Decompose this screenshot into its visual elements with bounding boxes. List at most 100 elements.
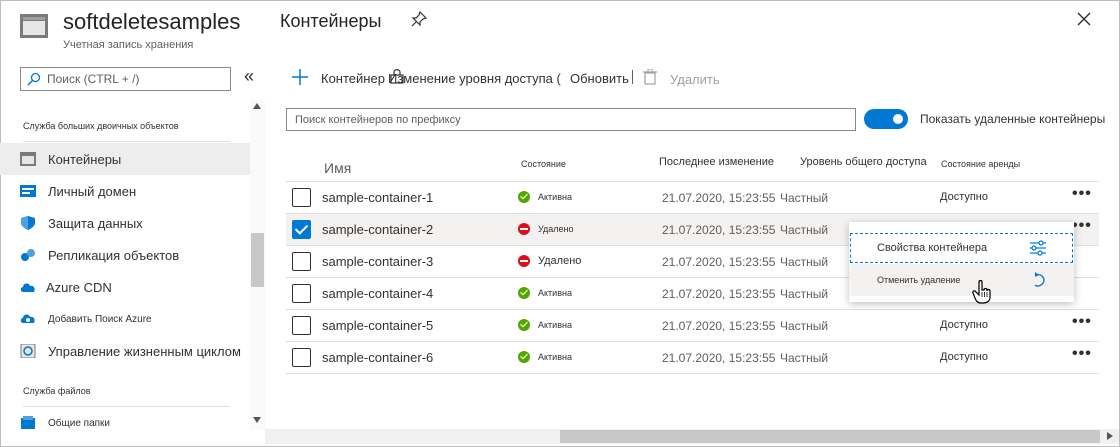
access-level: Частный (780, 319, 829, 333)
custom-domain-icon (20, 185, 36, 197)
container-prefix-search-input[interactable] (286, 108, 856, 131)
sidebar-item-label: Контейнеры (48, 152, 122, 167)
last-modified: 21.07.2020, 15:23:55 (662, 351, 776, 365)
sidebar-section-files: Служба файлов (23, 386, 91, 396)
sidebar-scroll-thumb[interactable] (251, 233, 264, 287)
last-modified: 21.07.2020, 15:23:55 (662, 191, 776, 205)
more-actions-button[interactable]: ••• (1072, 217, 1092, 235)
last-modified: 21.07.2020, 15:23:55 (662, 223, 776, 237)
sidebar-item-containers[interactable]: Контейнеры (0, 143, 250, 175)
status-deleted-icon (518, 255, 530, 267)
sidebar-divider (23, 141, 230, 142)
row-checkbox[interactable] (292, 348, 311, 367)
status-text: Удалено (538, 224, 574, 234)
sidebar-search[interactable] (20, 67, 231, 91)
status-text: Удалено (538, 255, 582, 267)
file-share-icon (21, 416, 35, 429)
toolbar-separator (632, 70, 633, 84)
container-name[interactable]: sample-container-5 (322, 318, 433, 333)
container-name[interactable]: sample-container-2 (322, 222, 433, 237)
toggle-knob (893, 114, 903, 124)
show-deleted-label: Показать удаленные контейнеры (920, 112, 1106, 126)
sidebar-search-input[interactable] (47, 70, 227, 88)
column-header-access[interactable]: Уровень общего доступа (800, 156, 927, 168)
sidebar-item-add-search[interactable]: Добавить Поиск Azure (0, 303, 250, 335)
sidebar-item-data-protection[interactable]: Защита данных (0, 207, 250, 239)
more-actions-button[interactable]: ••• (1072, 313, 1092, 331)
page-title: Контейнеры (280, 11, 382, 31)
row-checkbox[interactable] (292, 284, 311, 303)
collapse-sidebar-button[interactable]: « (244, 66, 254, 87)
hand-cursor-icon (972, 280, 991, 304)
access-level: Частный (780, 351, 829, 365)
row-context-menu: Свойства контейнера Отменить удаление (849, 222, 1074, 302)
lifecycle-icon (20, 344, 36, 358)
lease-state: Доступно (940, 351, 989, 363)
container-properties-menu-item[interactable]: Свойства контейнера (849, 232, 1074, 264)
row-checkbox[interactable] (292, 252, 311, 271)
status-ok-icon (518, 287, 530, 299)
more-actions-button[interactable]: ••• (1072, 185, 1092, 203)
undelete-menu-item[interactable]: Отменить удаление (849, 264, 1074, 296)
sidebar-item-label: Добавить Поиск Azure (48, 314, 152, 325)
status-ok-icon (518, 191, 530, 203)
menu-item-label: Отменить удаление (877, 275, 961, 285)
sidebar-item-label: Управление жизненным циклом (48, 344, 241, 359)
column-header-state[interactable]: Состояние (521, 159, 566, 169)
add-container-label: Контейнер (321, 71, 385, 86)
access-level: Частный (780, 191, 829, 205)
sidebar-item-azure-cdn[interactable]: Azure CDN (0, 271, 250, 303)
sidebar-item-custom-domain[interactable]: Личный домен (0, 175, 250, 207)
sidebar-section-blob: Служба больших двоичных объектов (23, 121, 179, 131)
replication-icon (21, 249, 35, 261)
status-ok-icon (518, 351, 530, 363)
show-deleted-toggle[interactable] (864, 109, 908, 129)
row-checkbox[interactable] (292, 316, 311, 335)
last-modified: 21.07.2020, 15:23:55 (662, 319, 776, 333)
scroll-right-icon[interactable] (1107, 432, 1113, 440)
delete-label: Удалить (670, 72, 720, 87)
status-text: Активна (538, 320, 572, 330)
row-checkbox[interactable] (292, 220, 311, 239)
row-checkbox[interactable] (292, 188, 311, 207)
trash-icon (643, 69, 657, 85)
container-name[interactable]: sample-container-6 (322, 350, 433, 365)
settings-sliders-icon (1030, 240, 1046, 256)
sidebar-item-object-replication[interactable]: Репликация объектов (0, 239, 250, 271)
cloud-search-icon (20, 314, 35, 323)
access-level: Частный (780, 223, 829, 237)
sidebar-item-label: Личный домен (48, 184, 137, 199)
sidebar-item-file-shares[interactable]: Общие папки (0, 407, 250, 439)
table-row[interactable]: sample-container-6 Активна 21.07.2020, 1… (286, 341, 1099, 373)
close-icon[interactable] (1075, 10, 1093, 28)
status-text: Активна (538, 288, 572, 298)
cloud-icon (20, 283, 35, 292)
sidebar-item-label: Репликация объектов (48, 248, 180, 263)
container-name[interactable]: sample-container-1 (322, 190, 433, 205)
table-row[interactable]: sample-container-5 Активна 21.07.2020, 1… (286, 309, 1099, 341)
search-icon (27, 72, 41, 86)
sidebar-item-label: Общие папки (48, 418, 111, 429)
column-header-name[interactable]: Имя (324, 160, 351, 176)
refresh-label: Обновить (570, 71, 629, 86)
status-text: Активна (538, 192, 572, 202)
sidebar: Служба больших двоичных объектов Контейн… (0, 100, 265, 430)
container-name[interactable]: sample-container-3 (322, 254, 433, 269)
shield-icon (21, 216, 35, 230)
last-modified: 21.07.2020, 15:23:55 (662, 287, 776, 301)
scroll-up-icon[interactable] (253, 103, 261, 109)
column-header-lease[interactable]: Состояние аренды (941, 159, 1020, 169)
scroll-down-icon[interactable] (253, 417, 261, 423)
horizontal-scroll-thumb[interactable] (560, 430, 1100, 443)
table-bottom-border (286, 373, 1099, 374)
storage-account-icon (20, 14, 48, 38)
pin-icon[interactable] (411, 11, 427, 27)
menu-item-label: Свойства контейнера (877, 242, 988, 254)
table-row[interactable]: sample-container-1 Активна 21.07.2020, 1… (286, 181, 1099, 213)
more-actions-button[interactable]: ••• (1072, 345, 1092, 363)
sidebar-item-lifecycle[interactable]: Управление жизненным циклом (0, 335, 250, 367)
change-access-level-label: Изменение уровня доступа ( (388, 71, 561, 86)
column-header-modified[interactable]: Последнее изменение (659, 156, 774, 168)
container-name[interactable]: sample-container-4 (322, 286, 433, 301)
lease-state: Доступно (940, 319, 989, 331)
